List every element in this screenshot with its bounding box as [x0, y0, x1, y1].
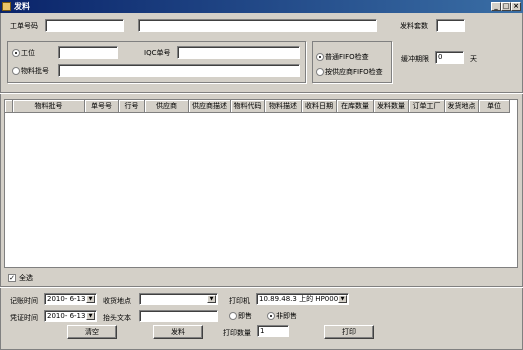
printer-value: 10.89.48.3 上的 HP000 (来自 G [259, 295, 339, 303]
col-supplier[interactable]: 供应商 [145, 100, 189, 113]
divider [0, 92, 523, 94]
station-label: 工位 [21, 49, 35, 57]
col-stock-qty[interactable]: 在库数量 [337, 100, 374, 113]
chevron-down-icon[interactable]: ▼ [86, 295, 95, 303]
normal-fifo-radio[interactable] [316, 53, 324, 61]
col-order-no[interactable]: 单号号 [85, 100, 119, 113]
count-label: 发料套数 [400, 22, 428, 30]
immediate-radio[interactable] [229, 312, 237, 320]
header-text-label: 抬头文本 [103, 314, 131, 322]
supplier-fifo-label: 按供应商FIFO检查 [325, 68, 383, 76]
chevron-down-icon[interactable]: ▼ [207, 295, 216, 303]
posting-date-picker[interactable]: 2010- 6-13 ▼ [44, 293, 97, 305]
col-ship-location[interactable]: 发货地点 [445, 100, 479, 113]
col-material-code[interactable]: 物料代码 [231, 100, 265, 113]
buffer-input[interactable]: 0 [435, 51, 464, 64]
col-supplier-desc[interactable]: 供应商描述 [189, 100, 231, 113]
supplier-fifo-radio[interactable] [316, 68, 324, 76]
ticket-description-field[interactable] [138, 19, 377, 32]
material-lot-label: 物料批号 [21, 67, 49, 75]
buffer-label: 缓冲期限 [401, 55, 429, 63]
col-material-lot[interactable]: 物料批号 [13, 100, 85, 113]
iqc-label: IQC单号 [144, 49, 171, 57]
posting-date-value: 2010- 6-13 [47, 295, 86, 303]
voucher-date-value: 2010- 6-13 [47, 312, 86, 320]
ticket-input[interactable] [45, 19, 124, 32]
col-material-desc[interactable]: 物料描述 [265, 100, 302, 113]
posting-date-label: 记账时间 [10, 297, 38, 305]
bottom-divider [0, 286, 523, 288]
material-lot-input[interactable] [58, 64, 300, 77]
title-bar: 发料 _ □ × [0, 0, 523, 13]
col-issue-qty[interactable]: 发料数量 [374, 100, 409, 113]
normal-fifo-label: 普通FIFO检查 [325, 53, 369, 61]
print-qty-label: 打印数量 [223, 329, 251, 337]
chevron-down-icon[interactable]: ▼ [338, 295, 347, 303]
station-input[interactable] [58, 46, 118, 59]
station-radio[interactable] [12, 49, 20, 57]
minimize-button[interactable]: _ [491, 2, 501, 11]
printer-label: 打印机 [229, 297, 250, 305]
col-order-plant[interactable]: 订单工厂 [409, 100, 445, 113]
print-qty-input[interactable]: 1 [257, 325, 289, 337]
col-line-no[interactable]: 行号 [119, 100, 145, 113]
receive-location-select[interactable]: ▼ [139, 293, 218, 305]
receive-location-label: 收货地点 [103, 297, 131, 305]
voucher-date-picker[interactable]: 2010- 6-13 ▼ [44, 310, 97, 322]
col-receive-date[interactable]: 收料日期 [302, 100, 337, 113]
app-icon [2, 2, 11, 11]
clear-button[interactable]: 清空 [67, 325, 117, 339]
select-all-label: 全选 [19, 274, 33, 282]
voucher-date-label: 凭证时间 [10, 314, 38, 322]
grid-row-header [5, 100, 13, 113]
printer-select[interactable]: 10.89.48.3 上的 HP000 (来自 G ▼ [256, 293, 349, 305]
grid-header: 物料批号 单号号 行号 供应商 供应商描述 物料代码 物料描述 收料日期 在库数… [5, 100, 510, 113]
material-grid[interactable]: 物料批号 单号号 行号 供应商 供应商描述 物料代码 物料描述 收料日期 在库数… [4, 99, 518, 268]
buffer-unit: 天 [470, 55, 477, 63]
header-text-input[interactable] [139, 310, 218, 322]
ticket-label: 工单号码 [10, 22, 38, 30]
count-input[interactable] [436, 19, 465, 32]
print-button[interactable]: 打印 [324, 325, 374, 339]
material-lot-radio[interactable] [12, 67, 20, 75]
non-immediate-label: 非即售 [276, 312, 297, 320]
issue-button[interactable]: 发料 [153, 325, 203, 339]
window-title: 发料 [14, 2, 30, 11]
maximize-button[interactable]: □ [501, 2, 511, 11]
close-button[interactable]: × [511, 2, 521, 11]
chevron-down-icon[interactable]: ▼ [86, 312, 95, 320]
iqc-input[interactable] [177, 46, 300, 59]
col-unit[interactable]: 单位 [479, 100, 510, 113]
non-immediate-radio[interactable] [267, 312, 275, 320]
select-all-checkbox[interactable]: ✓ [8, 274, 16, 282]
immediate-label: 即售 [238, 312, 252, 320]
